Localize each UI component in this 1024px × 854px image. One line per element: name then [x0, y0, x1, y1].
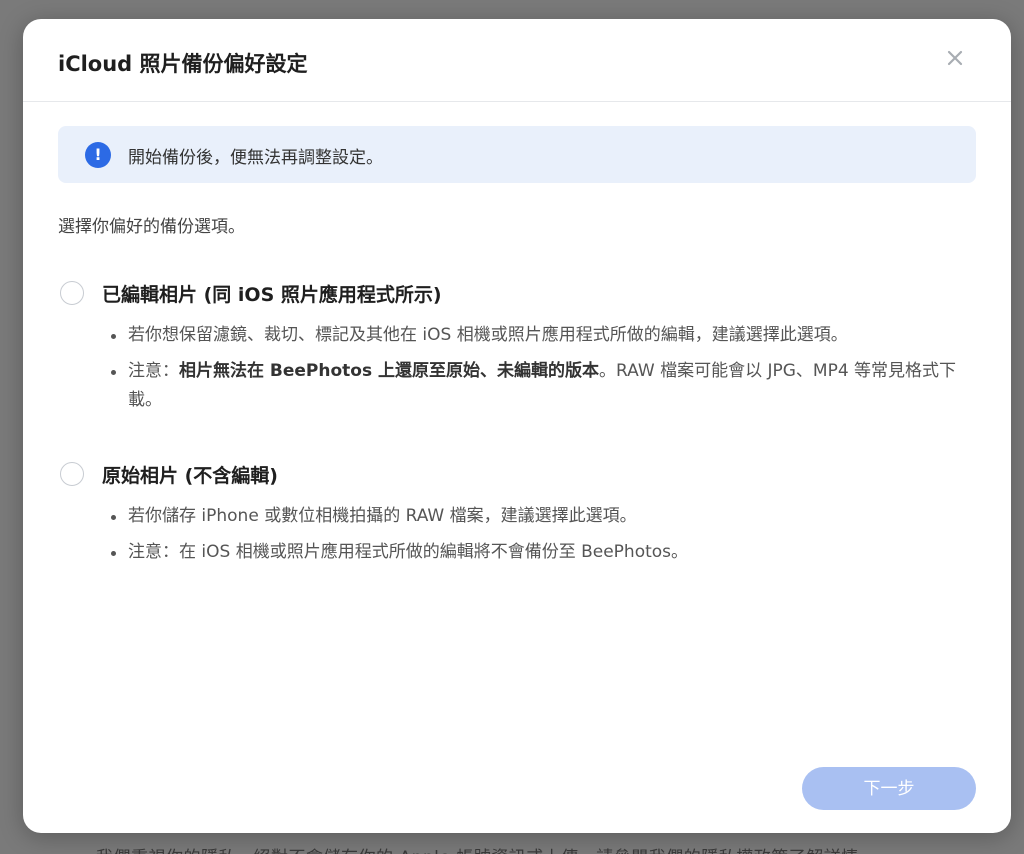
bullet-item: 注意：在 iOS 相機或照片應用程式所做的編輯將不會備份至 BeePhotos。: [111, 538, 988, 567]
option-title[interactable]: 已編輯相片 (同 iOS 照片應用程式所示): [102, 280, 442, 307]
bullet-bold-warning: 相片無法在 BeePhotos 上還原至原始、未編輯的版本: [179, 361, 600, 381]
dialog-header: iCloud 照片備份偏好設定: [23, 19, 1011, 102]
bullet-text: 若你儲存 iPhone 或數位相機拍攝的 RAW 檔案，建議選擇此選項。: [128, 506, 637, 526]
close-button[interactable]: [943, 46, 967, 70]
bullet-text: 注意：在 iOS 相機或照片應用程式所做的編輯將不會備份至 BeePhotos。: [128, 542, 689, 562]
bullet-item: 若你想保留濾鏡、裁切、標記及其他在 iOS 相機或照片應用程式所做的編輯，建議選…: [111, 321, 988, 350]
radio-edited-photos[interactable]: [60, 281, 84, 305]
next-step-button[interactable]: 下一步: [802, 767, 976, 810]
bullet-item: 注意：相片無法在 BeePhotos 上還原至原始、未編輯的版本。RAW 檔案可…: [111, 357, 988, 415]
close-icon: [947, 50, 963, 66]
radio-original-photos[interactable]: [60, 462, 84, 486]
dialog-title: iCloud 照片備份偏好設定: [58, 52, 308, 76]
backup-preferences-dialog: iCloud 照片備份偏好設定 ! 開始備份後，便無法再調整設定。 選擇你偏好的…: [23, 19, 1011, 833]
notice-text: 開始備份後，便無法再調整設定。: [128, 148, 383, 168]
notice-banner: ! 開始備份後，便無法再調整設定。: [58, 126, 976, 183]
bullet-item: 若你儲存 iPhone 或數位相機拍攝的 RAW 檔案，建議選擇此選項。: [111, 502, 988, 531]
intro-text: 選擇你偏好的備份選項。: [58, 217, 245, 237]
exclamation-info-icon: !: [85, 142, 111, 168]
backdrop-partial-text: 我們重視你的隱私，絕對不會儲存你的 Apple 帳號資訊或上傳，請參閱我們的隱私…: [96, 843, 859, 854]
option-bullets: 若你想保留濾鏡、裁切、標記及其他在 iOS 相機或照片應用程式所做的編輯，建議選…: [108, 321, 988, 422]
option-title[interactable]: 原始相片 (不含編輯): [102, 461, 278, 488]
bullet-prefix: 注意：: [128, 361, 179, 381]
bullet-text: 若你想保留濾鏡、裁切、標記及其他在 iOS 相機或照片應用程式所做的編輯，建議選…: [128, 325, 848, 345]
option-bullets: 若你儲存 iPhone 或數位相機拍攝的 RAW 檔案，建議選擇此選項。 注意：…: [108, 502, 988, 574]
